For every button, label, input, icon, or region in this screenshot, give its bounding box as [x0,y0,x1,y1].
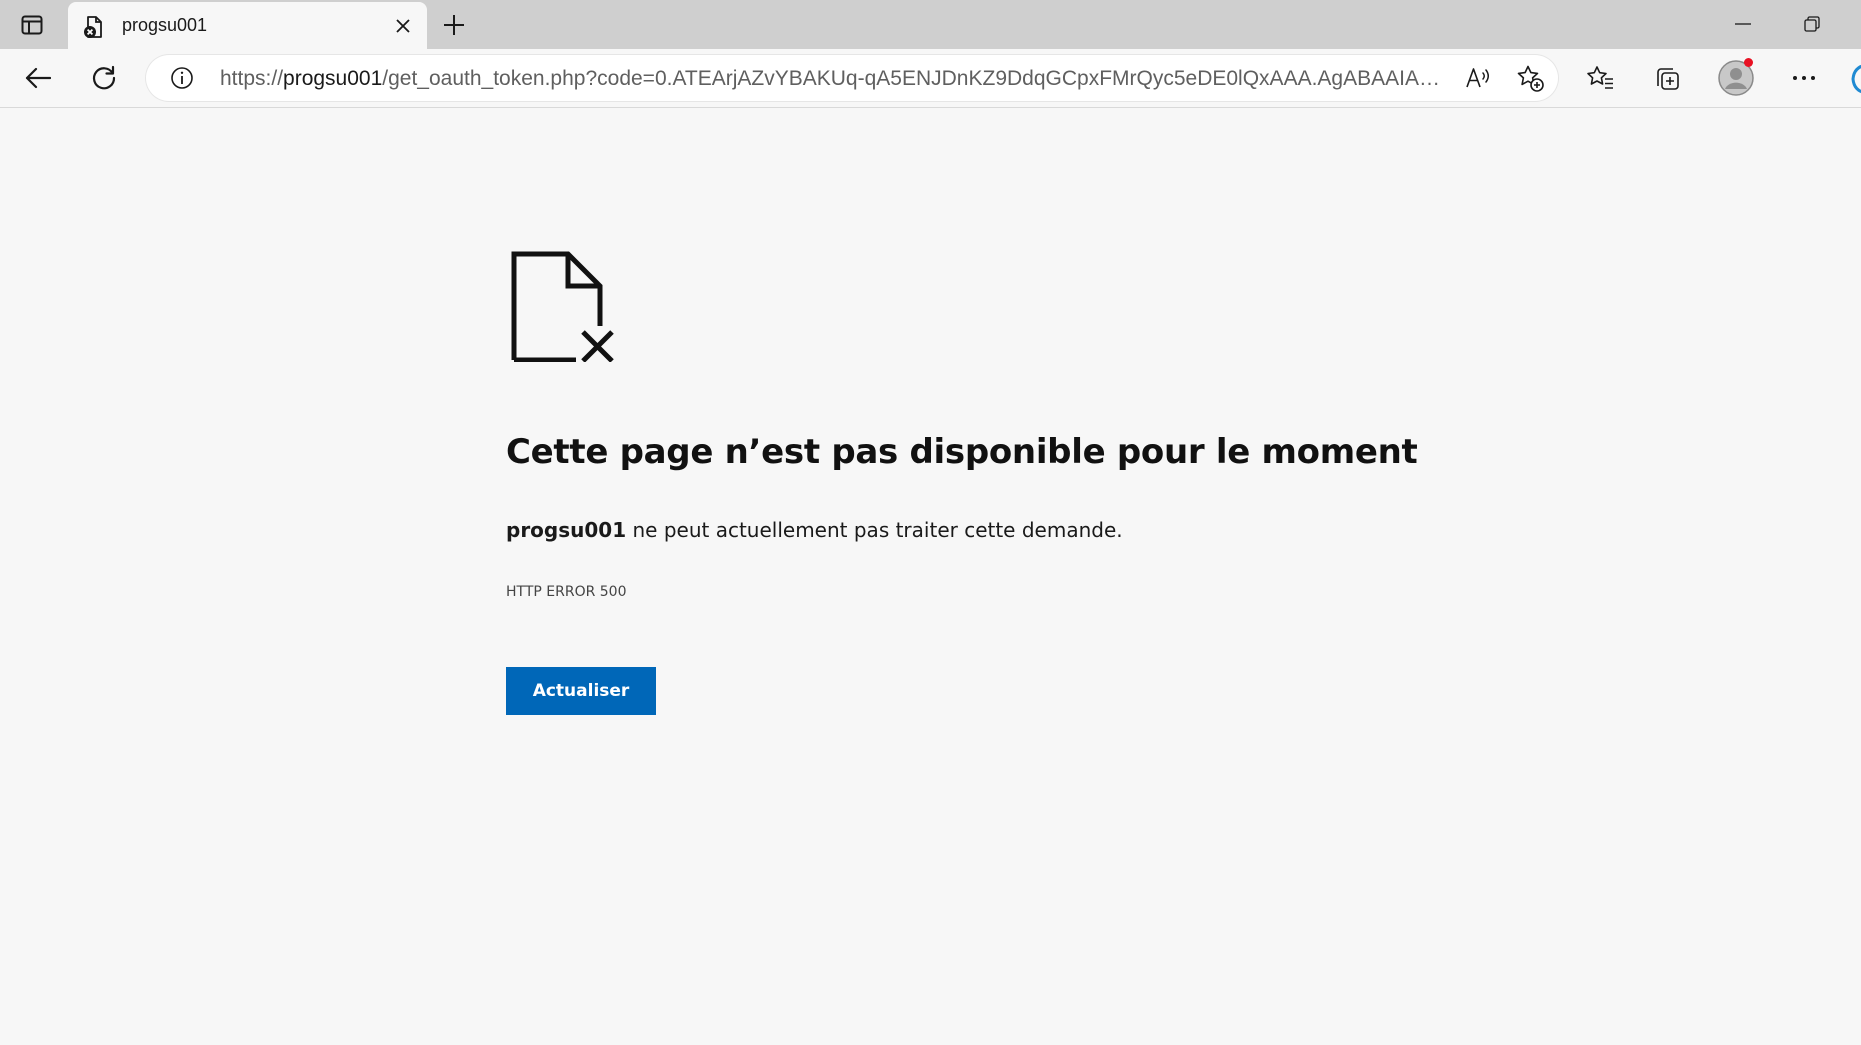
tab-strip: progsu001 [0,0,1861,49]
read-aloud-icon [1466,68,1489,88]
url-host: progsu001 [283,67,383,90]
url-text[interactable]: https://progsu001/get_oauth_token.php?co… [220,67,1442,91]
info-icon[interactable] [170,66,194,90]
collections-button[interactable] [1647,58,1687,98]
favorites-button[interactable] [1580,58,1620,98]
tab-close-button[interactable] [389,12,417,40]
add-favorite-button[interactable] [1516,64,1544,92]
tab-actions-button[interactable] [14,9,50,41]
error-code: HTTP ERROR 500 [506,584,627,600]
reload-icon [92,65,116,90]
add-favorite-icon [1517,65,1544,92]
error-host: progsu001 [506,518,627,542]
collections-icon [1657,68,1679,90]
refresh-button[interactable]: Actualiser [506,667,656,715]
restore-button[interactable] [1788,6,1836,42]
notification-dot [1744,58,1753,67]
more-icon [1793,76,1815,80]
error-page-favicon [84,16,102,38]
close-icon [396,19,410,33]
back-button[interactable] [18,58,58,98]
restore-icon [1804,16,1820,32]
back-arrow-icon [25,67,51,89]
browser-toolbar: https://progsu001/get_oauth_token.php?co… [0,49,1861,108]
url-prefix: https:// [220,67,284,90]
broken-document-icon [511,251,614,362]
address-bar[interactable]: https://progsu001/get_oauth_token.php?co… [146,55,1558,101]
more-button[interactable] [1784,58,1824,98]
new-tab-button[interactable] [437,8,471,42]
active-tab[interactable]: progsu001 [68,2,427,49]
minimize-button[interactable] [1719,6,1767,42]
copilot-icon[interactable] [1848,61,1861,97]
favorites-icon [1587,66,1613,89]
error-message-text: ne peut actuellement pas traiter cette d… [626,518,1123,542]
tab-actions-icon [21,15,43,35]
profile-button[interactable] [1718,58,1754,96]
tab-title: progsu001 [122,15,208,35]
reload-button[interactable] [84,58,124,98]
plus-icon [444,15,464,35]
read-aloud-button[interactable] [1464,64,1492,92]
url-path: /get_oauth_token.php?code=0.ATEArjAZvYBA… [382,67,1442,90]
error-title: Cette page n’est pas disponible pour le … [506,432,1418,472]
minimize-icon [1735,23,1751,25]
error-message: progsu001 ne peut actuellement pas trait… [506,518,1123,542]
